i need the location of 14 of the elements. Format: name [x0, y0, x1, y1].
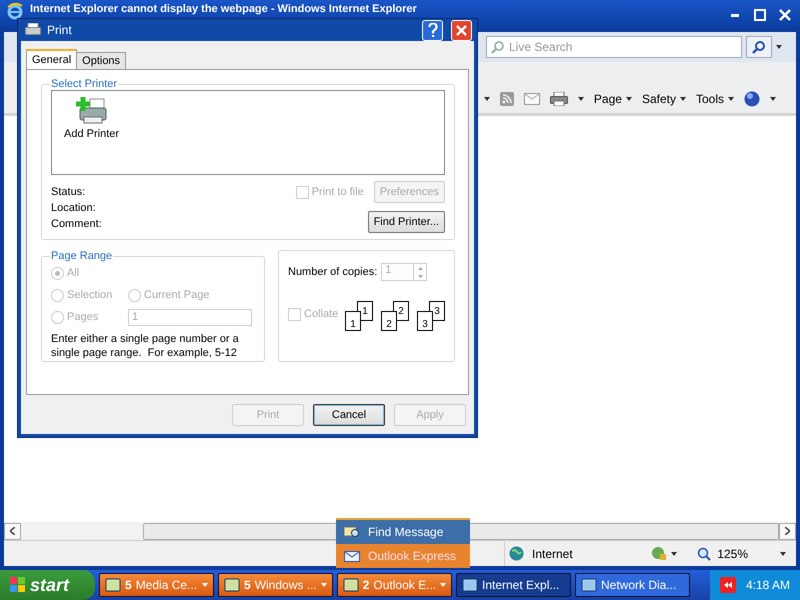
window-title: Internet Explorer cannot display the webpage - Windows Internet Explorer	[30, 3, 418, 16]
info-label: Location:	[51, 202, 97, 214]
group-title: Page Range	[50, 250, 114, 262]
info-label: Status:	[51, 186, 86, 198]
collate-pages-drawing: 3 3	[417, 301, 445, 331]
info-label: Comment:	[51, 218, 102, 230]
collate-pages-drawing: 1 1	[345, 301, 373, 331]
hint-text: Enter either a single page number or a single page range. For example, 5-12	[51, 332, 240, 360]
dialog-title: Print	[47, 23, 73, 37]
clock: 4:18 AM	[746, 578, 790, 592]
copies-label: Number of copies:	[288, 266, 378, 278]
group-title: Select Printer	[50, 78, 118, 90]
collate-pages-drawing: 2 2	[381, 301, 409, 331]
zone-label: Internet	[532, 546, 573, 560]
